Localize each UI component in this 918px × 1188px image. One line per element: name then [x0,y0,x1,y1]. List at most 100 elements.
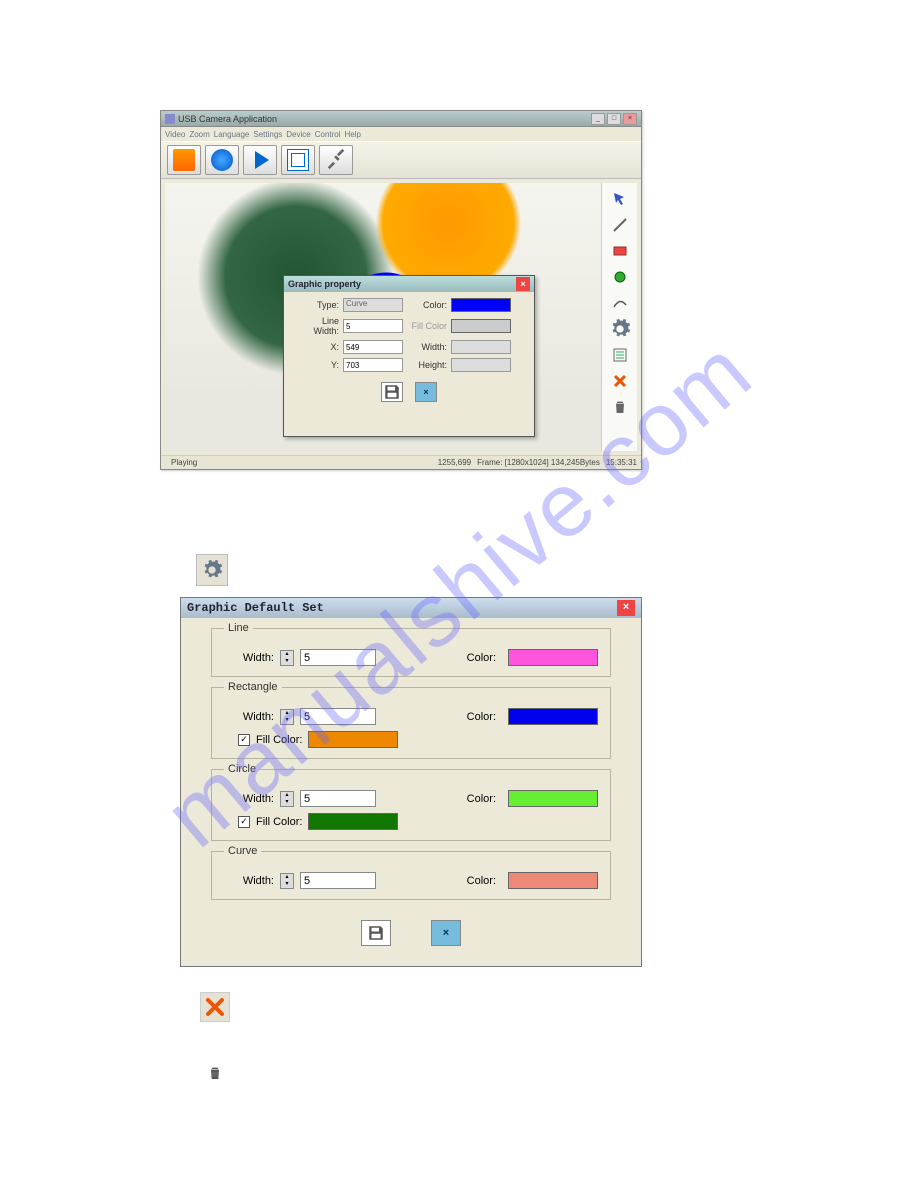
height-label: Height: [407,360,447,370]
gear-icon [201,559,223,581]
menubar: Video Zoom Language Settings Device Cont… [161,127,641,141]
color-label: Color: [407,300,447,310]
floppy-icon [383,383,401,401]
rectangle-fill-checkbox[interactable]: ✓ [238,734,250,746]
tools-icon [325,148,347,173]
circle-fill-swatch[interactable] [308,813,398,830]
linewidth-label: Line Width: [294,316,339,336]
default-titlebar: Graphic Default Set × [181,598,641,618]
y-label: Y: [294,360,339,370]
curve-tool-button[interactable] [609,293,631,313]
delete-button-example [200,992,230,1022]
type-field: Curve [343,298,403,312]
floppy-icon [367,924,385,942]
circle-color-label: Color: [467,793,496,805]
circle-fill-label: Fill Color: [256,816,302,828]
rectangle-color-swatch[interactable] [508,708,598,725]
status-playing: Playing [171,458,197,467]
titlebar: USB Camera Application _ □ × [161,111,641,127]
toolbar [161,141,641,179]
list-icon [612,347,628,363]
properties-tool-button[interactable] [609,345,631,365]
circle-tool-button[interactable] [609,267,631,287]
rectangle-fill-label: Fill Color: [256,734,302,746]
x-icon [204,996,226,1018]
curve-width-input[interactable] [300,872,376,889]
menu-settings[interactable]: Settings [253,130,282,139]
status-time: 15:35:31 [606,458,637,467]
trash-tool-button[interactable] [609,397,631,417]
line-tool-button[interactable] [609,215,631,235]
graphic-default-dialog: Graphic Default Set × Line Width: ▴▾ Col… [180,597,642,967]
toolbar-play-button[interactable] [243,145,277,175]
toolbar-capture-button[interactable] [167,145,201,175]
menu-help[interactable]: Help [345,130,361,139]
line-color-swatch[interactable] [508,649,598,666]
rectangle-tool-button[interactable] [609,241,631,261]
rectangle-legend: Rectangle [224,681,282,693]
property-titlebar: Graphic property × [284,276,534,292]
menu-language[interactable]: Language [214,130,250,139]
preview-area[interactable]: Graphic property × Type: Curve Color: Li… [165,183,601,451]
circle-width-spinner[interactable]: ▴▾ [280,791,294,807]
property-close-button[interactable]: × [516,277,530,291]
property-cancel-button[interactable]: × [415,382,437,402]
graphic-property-dialog: Graphic property × Type: Curve Color: Li… [283,275,535,437]
rectangle-width-input[interactable] [300,708,376,725]
minimize-button[interactable]: _ [591,113,605,125]
circle-color-swatch[interactable] [508,790,598,807]
x-icon [612,373,628,389]
rectangle-fieldset: Rectangle Width: ▴▾ Color: ✓ Fill Color: [211,687,611,759]
sidebar [601,183,637,451]
color-swatch[interactable] [451,298,511,312]
app-window: USB Camera Application _ □ × Video Zoom … [160,110,642,470]
line-width-label: Width: [224,652,274,664]
video-icon [211,149,233,171]
circle-width-input[interactable] [300,790,376,807]
curve-color-swatch[interactable] [508,872,598,889]
delete-tool-button[interactable] [609,371,631,391]
table-icon [287,149,309,171]
rectangle-fill-swatch[interactable] [308,731,398,748]
line-width-spinner[interactable]: ▴▾ [280,650,294,666]
circle-fill-checkbox[interactable]: ✓ [238,816,250,828]
x-input[interactable] [343,340,403,354]
line-color-label: Color: [467,652,496,664]
settings-tool-button[interactable] [609,319,631,339]
app-icon [165,114,175,124]
property-save-button[interactable] [381,382,403,402]
toolbar-table-button[interactable] [281,145,315,175]
status-frame: Frame: [1280x1024] 134,245Bytes [477,458,600,467]
menu-video[interactable]: Video [165,130,185,139]
menu-zoom[interactable]: Zoom [189,130,209,139]
curve-icon [612,295,628,311]
rectangle-icon [612,243,628,259]
default-save-button[interactable] [361,920,391,946]
circle-legend: Circle [224,763,260,775]
default-cancel-button[interactable]: × [431,920,461,946]
circle-fieldset: Circle Width: ▴▾ Color: ✓ Fill Color: [211,769,611,841]
menu-device[interactable]: Device [286,130,310,139]
maximize-button[interactable]: □ [607,113,621,125]
circle-width-label: Width: [224,793,274,805]
trash-icon [612,397,628,417]
toolbar-record-button[interactable] [205,145,239,175]
line-fieldset: Line Width: ▴▾ Color: [211,628,611,677]
curve-width-label: Width: [224,875,274,887]
toolbar-tools-button[interactable] [319,145,353,175]
curve-width-spinner[interactable]: ▴▾ [280,873,294,889]
close-button[interactable]: × [623,113,637,125]
y-input[interactable] [343,358,403,372]
rectangle-width-spinner[interactable]: ▴▾ [280,709,294,725]
default-close-button[interactable]: × [617,600,635,616]
line-width-input[interactable] [300,649,376,666]
cursor-tool-button[interactable] [609,189,631,209]
curve-color-label: Color: [467,875,496,887]
menu-control[interactable]: Control [315,130,341,139]
type-label: Type: [294,300,339,310]
linewidth-input[interactable] [343,319,403,333]
fillcolor-label: Fill Color [407,321,447,331]
curve-fieldset: Curve Width: ▴▾ Color: [211,851,611,900]
status-coords: 1255,699 [438,458,471,467]
rectangle-color-label: Color: [467,711,496,723]
